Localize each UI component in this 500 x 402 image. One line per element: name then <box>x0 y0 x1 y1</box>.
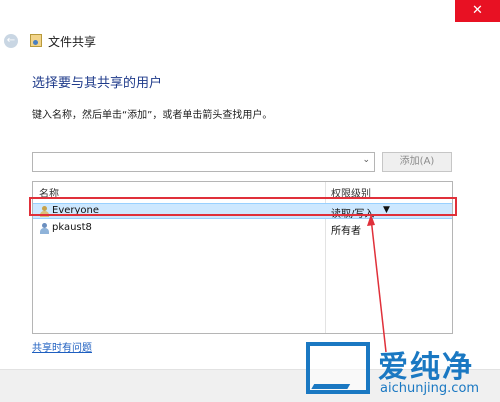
sharing-help-link[interactable]: 共享时有问题 <box>32 339 92 354</box>
watermark-url: aichunjing.com <box>380 381 480 396</box>
user-icon <box>39 223 49 234</box>
permission-level-cell: 所有者 <box>331 226 361 237</box>
instruction-text: 键入名称，然后单击“添加”，或者单击箭头查找用户。 <box>32 110 273 121</box>
user-name-combobox[interactable]: ⌄ <box>32 152 375 172</box>
title-bar: ✕ <box>0 0 500 26</box>
annotation-highlight-box <box>29 197 457 216</box>
watermark-logo-icon <box>306 342 370 394</box>
window-title: 文件共享 <box>48 35 97 49</box>
chevron-down-icon[interactable]: ⌄ <box>362 155 370 165</box>
back-button[interactable]: ← <box>4 34 18 48</box>
page-heading: 选择要与其共享的用户 <box>32 76 163 91</box>
file-share-icon <box>30 34 42 47</box>
close-button[interactable]: ✕ <box>455 0 500 22</box>
user-name-cell: pkaust8 <box>52 222 92 233</box>
table-row[interactable]: pkaust8 所有者 <box>33 221 452 237</box>
watermark-text: 爱纯净 <box>378 350 474 385</box>
add-button[interactable]: 添加(A) <box>382 152 452 172</box>
